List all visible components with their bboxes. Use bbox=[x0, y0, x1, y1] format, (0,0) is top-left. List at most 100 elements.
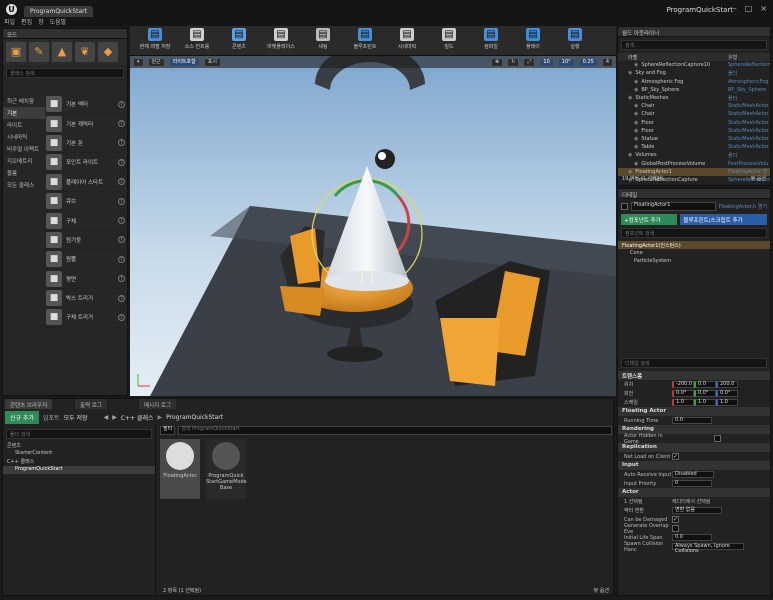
help-icon[interactable]: ? bbox=[118, 313, 125, 321]
toolbar-button[interactable]: ▤ 플레이 bbox=[514, 27, 552, 55]
visibility-eye-icon[interactable]: ◉ bbox=[634, 128, 638, 134]
outliner-row[interactable]: ◉ Table StaticMeshActor bbox=[618, 143, 770, 151]
floating-actor-section[interactable]: Floating Actor bbox=[618, 407, 770, 416]
viewport-options-button[interactable]: ▾ bbox=[133, 57, 144, 67]
overlap-checkbox[interactable] bbox=[672, 525, 679, 532]
input-priority-field[interactable]: 0 bbox=[672, 480, 712, 487]
place-mode-icon[interactable]: ▣ bbox=[6, 42, 26, 62]
placeable-item[interactable]: ■ 평면? bbox=[46, 270, 128, 289]
view-options-button[interactable]: 뷰 옵션 bbox=[751, 175, 766, 182]
toolbar-button[interactable]: ▤ 실행 bbox=[556, 27, 594, 55]
paint-mode-icon[interactable]: ✎ bbox=[29, 42, 49, 62]
visibility-eye-icon[interactable]: ◉ bbox=[634, 103, 638, 109]
actor-visible-checkbox[interactable] bbox=[621, 203, 628, 210]
replication-section[interactable]: Replication bbox=[618, 443, 770, 452]
category-item[interactable]: 기본 bbox=[3, 107, 45, 119]
placeable-item[interactable]: ■ 원기둥? bbox=[46, 231, 128, 251]
rot-z-field[interactable]: 0.0° bbox=[716, 390, 738, 397]
modes-tab[interactable]: 모드 bbox=[3, 29, 127, 39]
help-icon[interactable]: ? bbox=[118, 255, 125, 263]
toolbar-button[interactable]: ▤ 세팅 bbox=[304, 27, 342, 55]
perspective-button[interactable]: 원근 bbox=[147, 57, 165, 67]
auto-input-dropdown[interactable]: Disabled bbox=[672, 471, 714, 478]
placeable-item[interactable]: ■ 기본 캐릭터? bbox=[46, 114, 128, 134]
rot-x-field[interactable]: 0.0° bbox=[672, 390, 694, 397]
scale-icon[interactable]: ⤢ bbox=[523, 57, 536, 67]
hidden-checkbox[interactable] bbox=[714, 435, 721, 442]
outliner-row[interactable]: ◉ Floor StaticMeshActor bbox=[618, 127, 770, 135]
help-icon[interactable]: ? bbox=[118, 275, 125, 283]
outliner-row[interactable]: ◉ Floor StaticMeshActor bbox=[618, 119, 770, 127]
loc-z-field[interactable]: 200.0 bbox=[716, 381, 738, 388]
visibility-eye-icon[interactable]: ◉ bbox=[634, 87, 638, 93]
scale-y-field[interactable]: 1.0 bbox=[694, 399, 716, 406]
menu-window[interactable]: 창 bbox=[38, 17, 44, 26]
add-blueprint-button[interactable]: 블루프린트/스크립트 추가 bbox=[680, 214, 767, 225]
toolbar-button[interactable]: ▤ 시네마틱 bbox=[388, 27, 426, 55]
category-item[interactable]: 모든 클래스 bbox=[3, 179, 45, 191]
placeable-item[interactable]: ■ 기본 액터? bbox=[46, 95, 128, 115]
output-log-tab[interactable]: 출력 로그 bbox=[75, 399, 107, 409]
outliner-row[interactable]: ◉ Atmospheric Fog AtmosphericFog bbox=[618, 78, 770, 86]
toolbar-button[interactable]: ▤ 마켓플레이스 bbox=[262, 27, 300, 55]
outliner-row[interactable]: ◉ StaticMeshes 폴더 bbox=[618, 94, 770, 102]
placeable-item[interactable]: ■ 구체? bbox=[46, 211, 128, 231]
details-search-input[interactable]: 디테일 검색 bbox=[621, 358, 767, 368]
placeable-item[interactable]: ■ 원뿔? bbox=[46, 250, 128, 270]
folder-item[interactable]: ProgramQuickStart bbox=[3, 466, 155, 474]
convert-dropdown[interactable]: 변환 없음 bbox=[672, 507, 722, 514]
toolbar-button[interactable]: ▤ 콘텐츠 bbox=[220, 27, 258, 55]
folder-item[interactable]: 콘텐츠 bbox=[3, 442, 155, 450]
asset-search-input[interactable]: 검색 ProgramQuickStart bbox=[178, 426, 612, 435]
placeable-item[interactable]: ■ 포인트 라이트? bbox=[46, 153, 128, 173]
help-icon[interactable]: ? bbox=[118, 158, 125, 166]
placeable-item[interactable]: ■ 기본 폰? bbox=[46, 134, 128, 154]
minimize-icon[interactable]: – bbox=[733, 4, 737, 13]
rotate-icon[interactable]: ↻ bbox=[507, 57, 520, 67]
grid-snap-value[interactable]: 10 bbox=[539, 57, 554, 67]
back-icon[interactable]: ◀ bbox=[104, 414, 109, 421]
loc-y-field[interactable]: 0.0 bbox=[694, 381, 716, 388]
translate-icon[interactable]: ✥ bbox=[491, 57, 504, 67]
level-tab[interactable]: ProgramQuickStart bbox=[24, 6, 93, 17]
toolbar-button[interactable]: ▤ 소스 컨트롤 bbox=[178, 27, 216, 55]
content-browser-tab[interactable]: 콘텐츠 브라우저 bbox=[5, 399, 53, 409]
visibility-eye-icon[interactable]: ◉ bbox=[628, 95, 632, 101]
visibility-eye-icon[interactable]: ◉ bbox=[634, 111, 638, 117]
outliner-row[interactable]: ◉ Sky and Fog 폴더 bbox=[618, 69, 770, 77]
outliner-row[interactable]: ◉ Statue StaticMeshActor bbox=[618, 135, 770, 143]
folder-item[interactable]: StarterContent bbox=[3, 450, 155, 458]
folder-item[interactable]: C++ 클래스 bbox=[3, 458, 155, 466]
landscape-mode-icon[interactable]: ▲ bbox=[52, 42, 72, 62]
details-tab[interactable]: 디테일 bbox=[618, 189, 770, 199]
breadcrumb-cpp[interactable]: C++ 클래스 bbox=[121, 413, 154, 422]
outliner-row[interactable]: ◉ SphereReflectionCapture10 SphereReflecti… bbox=[618, 61, 770, 69]
net-load-checkbox[interactable]: ✓ bbox=[672, 453, 679, 460]
help-icon[interactable]: ? bbox=[118, 217, 125, 225]
can-damage-checkbox[interactable]: ✓ bbox=[672, 516, 679, 523]
breadcrumb-project[interactable]: ProgramQuickStart bbox=[166, 414, 223, 421]
forward-icon[interactable]: ▶ bbox=[112, 414, 117, 421]
scale-z-field[interactable]: 1.0 bbox=[716, 399, 738, 406]
menu-help[interactable]: 도움말 bbox=[50, 17, 67, 26]
help-icon[interactable]: ? bbox=[118, 178, 125, 186]
message-log-tab[interactable]: 메시지 로그 bbox=[139, 399, 177, 409]
component-root[interactable]: FloatingActor1(인스턴스) bbox=[618, 241, 770, 249]
help-icon[interactable]: ? bbox=[118, 139, 125, 147]
geometry-mode-icon[interactable]: ◆ bbox=[98, 42, 118, 62]
help-icon[interactable]: ? bbox=[118, 236, 125, 244]
category-item[interactable]: 최근 배치함 bbox=[3, 95, 45, 107]
help-icon[interactable]: ? bbox=[118, 294, 125, 302]
placeable-item[interactable]: ■ 구체 트리거? bbox=[46, 308, 128, 328]
asset-tile[interactable]: ProgramQuick StartGameMode Base bbox=[206, 439, 247, 499]
help-icon[interactable]: ? bbox=[118, 120, 125, 128]
class-search-input[interactable]: 클래스 검색 bbox=[6, 68, 124, 78]
toolbar-button[interactable]: ▤ 현재 레벨 저장 bbox=[136, 27, 174, 55]
visibility-eye-icon[interactable]: ◉ bbox=[634, 79, 638, 85]
asset-view-options[interactable]: 뷰 옵션 bbox=[594, 587, 609, 594]
placeable-item[interactable]: ■ 플레이어 스타트? bbox=[46, 173, 128, 192]
loc-x-field[interactable]: -200.0 bbox=[672, 381, 694, 388]
rotation-snap-value[interactable]: 10° bbox=[557, 57, 575, 67]
outliner-row[interactable]: ◉ Chair StaticMeshActor bbox=[618, 110, 770, 118]
category-item[interactable]: 비주얼 이펙트 bbox=[3, 143, 45, 155]
